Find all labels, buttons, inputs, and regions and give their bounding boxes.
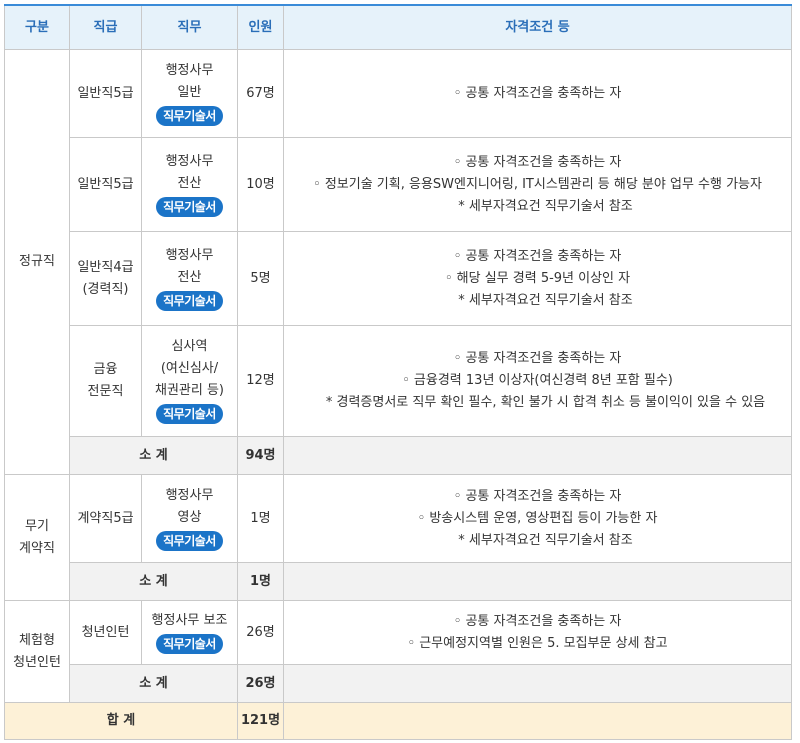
duty-line: 전산	[177, 269, 202, 285]
header-duty: 직무	[141, 4, 238, 50]
qualification-item: ◦ 해당 실무 경력 5-9년 이상인 자	[444, 270, 631, 286]
duty-cell: 행정사무전산직무기술서	[141, 137, 238, 232]
qualification-item: ◦ 공통 자격조건을 충족하는 자	[453, 85, 622, 101]
duty-line: 행정사무	[165, 487, 214, 503]
duty-cell: 행정사무 보조직무기술서	[141, 600, 238, 665]
qualifications-cell: ◦ 공통 자격조건을 충족하는 자 ◦ 해당 실무 경력 5-9년 이상인 자 * …	[283, 231, 792, 326]
count-cell: 1명	[237, 474, 284, 563]
qualifications-cell: ◦ 공통 자격조건을 충족하는 자 ◦ 근무예정지역별 인원은 5. 모집부문 상…	[283, 600, 792, 665]
count-cell: 12명	[237, 325, 284, 437]
job-description-badge[interactable]: 직무기술서	[156, 404, 223, 424]
category-cell: 무기 계약직	[4, 474, 70, 601]
duty-line: 영상	[177, 509, 202, 525]
table-header-row: 구분 직급 직무 인원 자격조건 등	[4, 4, 792, 50]
duty-line: 일반	[177, 84, 202, 100]
recruitment-table: 구분 직급 직무 인원 자격조건 등 정규직 일반직5급 행정사무 일반 직무기술서 67…	[4, 4, 792, 740]
grade-cell: 금융 전문직	[69, 325, 142, 437]
grade-cell: 청년인턴	[69, 600, 142, 665]
subtotal-row: 소 계 1명	[5, 562, 792, 601]
category-cell: 정규직	[4, 49, 70, 475]
qualifications-cell: ◦ 공통 자격조건을 충족하는 자 ◦ 금융경력 13년 이상자(여신경력 8년 …	[283, 325, 792, 437]
count-cell: 26명	[237, 600, 284, 665]
subtotal-row: 소 계 26명	[5, 664, 792, 703]
qualification-note: * 세부자격요건 직무기술서 참조	[458, 532, 633, 548]
subtotal-empty	[283, 664, 792, 703]
qualification-item: ◦ 공통 자격조건을 충족하는 자	[453, 613, 622, 629]
subtotal-label: 소 계	[69, 562, 238, 601]
qualification-item: ◦ 정보기술 기획, 응용SW엔지니어링, IT시스템관리 등 해당 분야 업무…	[313, 176, 762, 192]
duty-line: 행정사무 보조	[151, 612, 228, 628]
duty-cell: 행정사무영상직무기술서	[141, 474, 238, 563]
grade-cell: 일반직5급	[69, 49, 142, 138]
grade-cell: 계약직5급	[69, 474, 142, 563]
duty-line: 행정사무	[165, 247, 214, 263]
table-row: 체험형 청년인턴 청년인턴 행정사무 보조 직무기술서 26명 ◦ 공통 자격조건을 충족하…	[4, 600, 792, 703]
header-category: 구분	[4, 4, 70, 50]
header-grade: 직급	[69, 4, 142, 50]
qualifications-cell: ◦ 공통 자격조건을 충족하는 자	[283, 49, 792, 138]
qualification-note: * 경력증명서로 직무 확인 필수, 확인 불가 시 합격 취소 등 불이익이 …	[325, 395, 766, 410]
grade-cell: 일반직4급 (경력직)	[69, 231, 142, 326]
subtotal-label: 소 계	[69, 436, 238, 475]
count-cell: 5명	[237, 231, 284, 326]
duty-cell: 행정사무일반직무기술서	[141, 49, 238, 138]
job-description-badge[interactable]: 직무기술서	[156, 633, 223, 654]
qualification-item: ◦ 금융경력 13년 이상자(여신경력 8년 포함 필수)	[402, 373, 673, 388]
duty-cell: 심사역 (여신심사/채권관리 등) 직무기술서	[141, 325, 238, 437]
table-row: 일반직5급 행정사무 전산 직무기술서 10명 ◦ 공통 자격조건을 충족하는 자 ◦ 정보…	[5, 137, 792, 232]
job-description-badge[interactable]: 직무기술서	[156, 530, 223, 551]
duty-line: 채권관리 등)	[154, 383, 224, 398]
table-body: 정규직 일반직5급 행정사무 일반 직무기술서 67명 ◦ 공통 자격조건을 충족하는 자일…	[4, 49, 792, 740]
qualification-note: * 세부자격요건 직무기술서 참조	[458, 292, 633, 308]
total-count: 121명	[237, 702, 284, 740]
duty-line: (여신심사/	[160, 361, 219, 376]
subtotal-empty	[283, 436, 792, 475]
duty-line: 전산	[177, 175, 202, 191]
qualification-item: ◦ 공통 자격조건을 충족하는 자	[453, 351, 622, 366]
header-count: 인원	[237, 4, 284, 50]
duty-line: 행정사무	[165, 62, 214, 78]
total-label: 합 계	[4, 702, 238, 740]
qualification-item: ◦ 공통 자격조건을 충족하는 자	[453, 488, 622, 504]
subtotal-count: 94명	[237, 436, 284, 475]
subtotal-empty	[283, 562, 792, 601]
table-row: 무기 계약직 계약직5급 행정사무 영상 직무기술서 1명 ◦ 공통 자격조건을 충족하는 자…	[4, 474, 792, 601]
qualifications-cell: ◦ 공통 자격조건을 충족하는 자 ◦ 방송시스템 운영, 영상편집 등이 가능한…	[283, 474, 792, 563]
category-cell: 체험형 청년인턴	[4, 600, 70, 703]
count-cell: 67명	[237, 49, 284, 138]
subtotal-count: 1명	[237, 562, 284, 601]
job-description-badge[interactable]: 직무기술서	[156, 290, 223, 311]
table-row: 금융 전문직 심사역 (여신심사/채권관리 등) 직무기술서 12명 ◦ 공통 자격조건을 …	[5, 325, 792, 437]
table-row: 정규직 일반직5급 행정사무 일반 직무기술서 67명 ◦ 공통 자격조건을 충족하는 자	[4, 49, 792, 475]
duty-line: 행정사무	[165, 153, 214, 169]
qualification-item: ◦ 방송시스템 운영, 영상편집 등이 가능한 자	[417, 510, 658, 526]
subtotal-row: 소 계 94명	[5, 436, 792, 475]
subtotal-count: 26명	[237, 664, 284, 703]
job-description-badge[interactable]: 직무기술서	[156, 105, 223, 126]
qualification-item: ◦ 공통 자격조건을 충족하는 자	[453, 248, 622, 264]
qualification-item: ◦ 근무예정지역별 인원은 5. 모집부문 상세 참고	[407, 635, 668, 651]
count-cell: 10명	[237, 137, 284, 232]
qualification-item: ◦ 공통 자격조건을 충족하는 자	[453, 154, 622, 170]
header-qualifications: 자격조건 등	[283, 4, 792, 50]
table-row: 일반직4급 (경력직) 행정사무 전산 직무기술서 5명 ◦ 공통 자격조건을 충족하는 자…	[5, 231, 792, 326]
grade-cell: 일반직5급	[69, 137, 142, 232]
qualifications-cell: ◦ 공통 자격조건을 충족하는 자 ◦ 정보기술 기획, 응용SW엔지니어링, I…	[283, 137, 792, 232]
duty-cell: 행정사무전산직무기술서	[141, 231, 238, 326]
subtotal-label: 소 계	[69, 664, 238, 703]
total-row: 합 계 121명	[4, 702, 792, 740]
duty-line: 심사역	[171, 339, 208, 354]
total-empty	[283, 702, 792, 740]
qualification-note: * 세부자격요건 직무기술서 참조	[458, 198, 633, 214]
job-description-badge[interactable]: 직무기술서	[156, 196, 223, 217]
